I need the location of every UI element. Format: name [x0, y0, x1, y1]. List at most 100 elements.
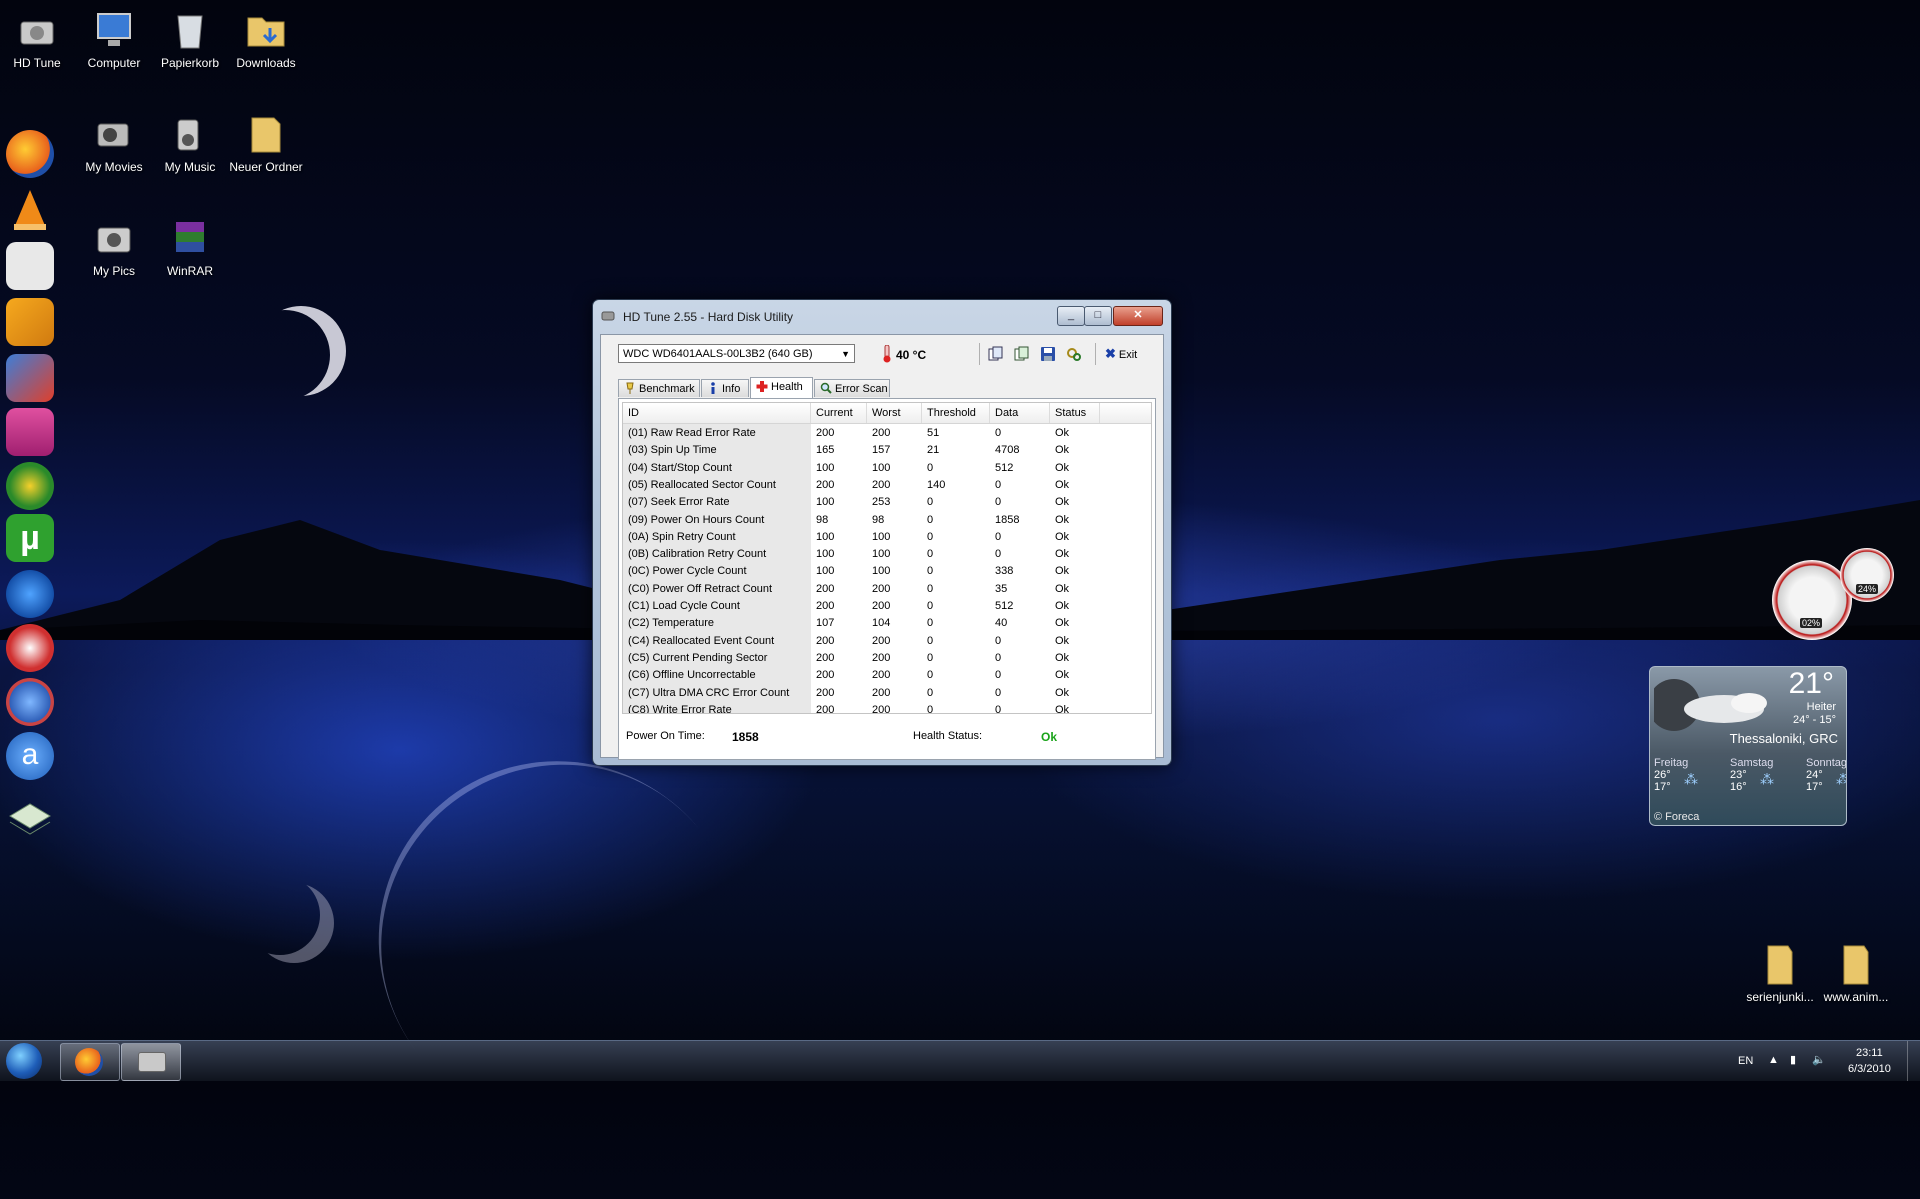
desktop-icon-winrar[interactable]: WinRAR: [150, 216, 230, 278]
show-hidden-icons[interactable]: ▲: [1768, 1054, 1779, 1066]
volume-icon[interactable]: 🔈: [1812, 1053, 1826, 1066]
desktop-icon-hdtune[interactable]: HD Tune: [0, 8, 77, 70]
desktop-icon-label: WinRAR: [166, 264, 213, 278]
taskbar-hdtune-button[interactable]: [121, 1043, 181, 1081]
table-row[interactable]: (07) Seek Error Rate 100 253 0 0 Ok: [623, 494, 1151, 511]
cell-id: (C2) Temperature: [628, 617, 714, 630]
show-desktop-button[interactable]: [1907, 1041, 1920, 1081]
cell-worst: 253: [872, 496, 891, 509]
cell-id: (C5) Current Pending Sector: [628, 651, 768, 664]
tab-error-scan[interactable]: Error Scan: [814, 379, 890, 397]
cell-current: 100: [816, 565, 835, 578]
copy-text-icon[interactable]: [988, 346, 1004, 362]
magnifier-icon: [820, 382, 832, 394]
column-header-id[interactable]: ID: [623, 403, 811, 423]
save-icon[interactable]: [1040, 346, 1056, 362]
firefox-icon[interactable]: [6, 130, 54, 178]
weather-gadget[interactable]: 21° Heiter 24° - 15° Thessaloniki, GRC F…: [1649, 666, 1847, 826]
taskbar-firefox-button[interactable]: [60, 1043, 120, 1081]
desktop-icon-serienjunkies[interactable]: serienjunki...: [1740, 942, 1820, 1004]
cell-worst: 98: [872, 513, 885, 526]
magic-app-icon[interactable]: [6, 624, 54, 672]
desktop-icon-my-movies[interactable]: My Movies: [74, 112, 154, 174]
clock-time[interactable]: 23:11: [1856, 1047, 1883, 1059]
desktop-icon-my-music[interactable]: My Music: [150, 112, 230, 174]
health-summary: Power On Time: 1858 Health Status: Ok: [622, 722, 1150, 752]
drive-select[interactable]: WDC WD6401AALS-00L3B2 (640 GB) ▼: [618, 344, 855, 363]
pen-app-icon[interactable]: [6, 408, 54, 456]
globe-app-icon[interactable]: [6, 678, 54, 726]
tab-health[interactable]: Health: [750, 377, 813, 398]
desktop-icon-label: serienjunki...: [1746, 990, 1814, 1004]
desktop-icon-downloads[interactable]: Downloads: [226, 8, 306, 70]
table-row[interactable]: (03) Spin Up Time 165 157 21 4708 Ok: [623, 442, 1151, 459]
start-button[interactable]: [6, 1043, 42, 1079]
amazon-icon[interactable]: a: [6, 732, 54, 780]
clock-date[interactable]: 6/3/2010: [1848, 1063, 1891, 1075]
desktop-icon-label: My Pics: [93, 264, 135, 278]
winamp-icon[interactable]: [6, 298, 54, 346]
cell-data: 35: [995, 582, 1008, 595]
options-icon[interactable]: [1066, 346, 1082, 362]
media-player-classic-icon[interactable]: [6, 242, 54, 290]
table-row[interactable]: (C6) Offline Uncorrectable 200 200 0 0 Ok: [623, 667, 1151, 684]
tab-benchmark[interactable]: Benchmark: [618, 379, 700, 397]
cell-threshold: 0: [927, 669, 934, 682]
cell-status: Ok: [1055, 478, 1070, 491]
table-row[interactable]: (C5) Current Pending Sector 200 200 0 0 Ok: [623, 650, 1151, 667]
column-header-worst[interactable]: Worst: [867, 403, 922, 423]
table-row[interactable]: (C4) Reallocated Event Count 200 200 0 0 Ok: [623, 633, 1151, 650]
desktop-icon-neuer-ordner[interactable]: Neuer Ordner: [226, 112, 306, 174]
table-row[interactable]: (05) Reallocated Sector Count 200 200 140 0 O…: [623, 477, 1151, 494]
moon-reflection-decoration: [240, 875, 320, 955]
title-bar[interactable]: HD Tune 2.55 - Hard Disk Utility _ □ ✕: [601, 306, 1163, 328]
cell-id: (0B) Calibration Retry Count: [628, 548, 767, 561]
table-row[interactable]: (C0) Power Off Retract Count 200 200 0 35 Ok: [623, 581, 1151, 598]
copy-image-icon[interactable]: [1014, 346, 1030, 362]
rain-icon: ⁂: [1684, 771, 1698, 787]
cell-id: (03) Spin Up Time: [628, 444, 717, 457]
table-row[interactable]: (01) Raw Read Error Rate 200 200 51 0 Ok: [623, 425, 1151, 442]
cell-data: 0: [995, 651, 1002, 664]
column-header-threshold[interactable]: Threshold: [922, 403, 990, 423]
jdownloader-icon[interactable]: [6, 462, 54, 510]
memory-meter-gauge[interactable]: 24%: [1840, 548, 1894, 602]
table-row[interactable]: (C1) Load Cycle Count 200 200 0 512 Ok: [623, 598, 1151, 615]
maximize-button[interactable]: □: [1084, 306, 1112, 326]
desktop-icon-computer[interactable]: Computer: [74, 8, 154, 70]
table-row[interactable]: (0C) Power Cycle Count 100 100 0 338 Ok: [623, 563, 1151, 580]
smart-table[interactable]: ID Current Worst Threshold Data Status (…: [622, 402, 1152, 714]
cell-status: Ok: [1055, 444, 1070, 457]
desktop-icon-www-anim[interactable]: www.anim...: [1816, 942, 1896, 1004]
utorrent-icon[interactable]: µ: [6, 514, 54, 562]
cell-data: 0: [995, 478, 1002, 491]
column-header-data[interactable]: Data: [990, 403, 1050, 423]
desktop-icon-my-pics[interactable]: My Pics: [74, 216, 154, 278]
table-row[interactable]: (0B) Calibration Retry Count 100 100 0 0 Ok: [623, 546, 1151, 563]
language-indicator[interactable]: EN: [1738, 1055, 1753, 1067]
column-header-current[interactable]: Current: [811, 403, 867, 423]
cell-id: (C8) Write Error Rate: [628, 703, 732, 714]
table-row[interactable]: (09) Power On Hours Count 98 98 0 1858 Ok: [623, 512, 1151, 529]
tab-label: Info: [722, 383, 741, 395]
close-button[interactable]: ✕: [1113, 306, 1163, 326]
desktop-icon-label: Computer: [87, 56, 141, 70]
cell-status: Ok: [1055, 634, 1070, 647]
layers-app-icon[interactable]: [6, 792, 54, 840]
flashget-icon[interactable]: [6, 570, 54, 618]
network-icon[interactable]: ▮: [1790, 1053, 1796, 1066]
vlc-icon[interactable]: [6, 186, 54, 234]
table-row[interactable]: (0A) Spin Retry Count 100 100 0 0 Ok: [623, 529, 1151, 546]
exit-button[interactable]: ✖ Exit: [1105, 344, 1151, 364]
tab-info[interactable]: Info: [701, 379, 749, 397]
column-header-status[interactable]: Status: [1050, 403, 1100, 423]
table-row[interactable]: (C8) Write Error Rate 200 200 0 0 Ok: [623, 702, 1151, 714]
table-row[interactable]: (C7) Ultra DMA CRC Error Count 200 200 0 0 Ok: [623, 685, 1151, 702]
desktop-icon-recycle-bin[interactable]: Papierkorb: [150, 8, 230, 70]
app-icon[interactable]: [6, 354, 54, 402]
hdtune-window[interactable]: HD Tune 2.55 - Hard Disk Utility _ □ ✕ W…: [592, 299, 1172, 766]
table-row[interactable]: (04) Start/Stop Count 100 100 0 512 Ok: [623, 460, 1151, 477]
table-row[interactable]: (C2) Temperature 107 104 0 40 Ok: [623, 615, 1151, 632]
minimize-button[interactable]: _: [1057, 306, 1085, 326]
computer-icon: [92, 8, 136, 52]
